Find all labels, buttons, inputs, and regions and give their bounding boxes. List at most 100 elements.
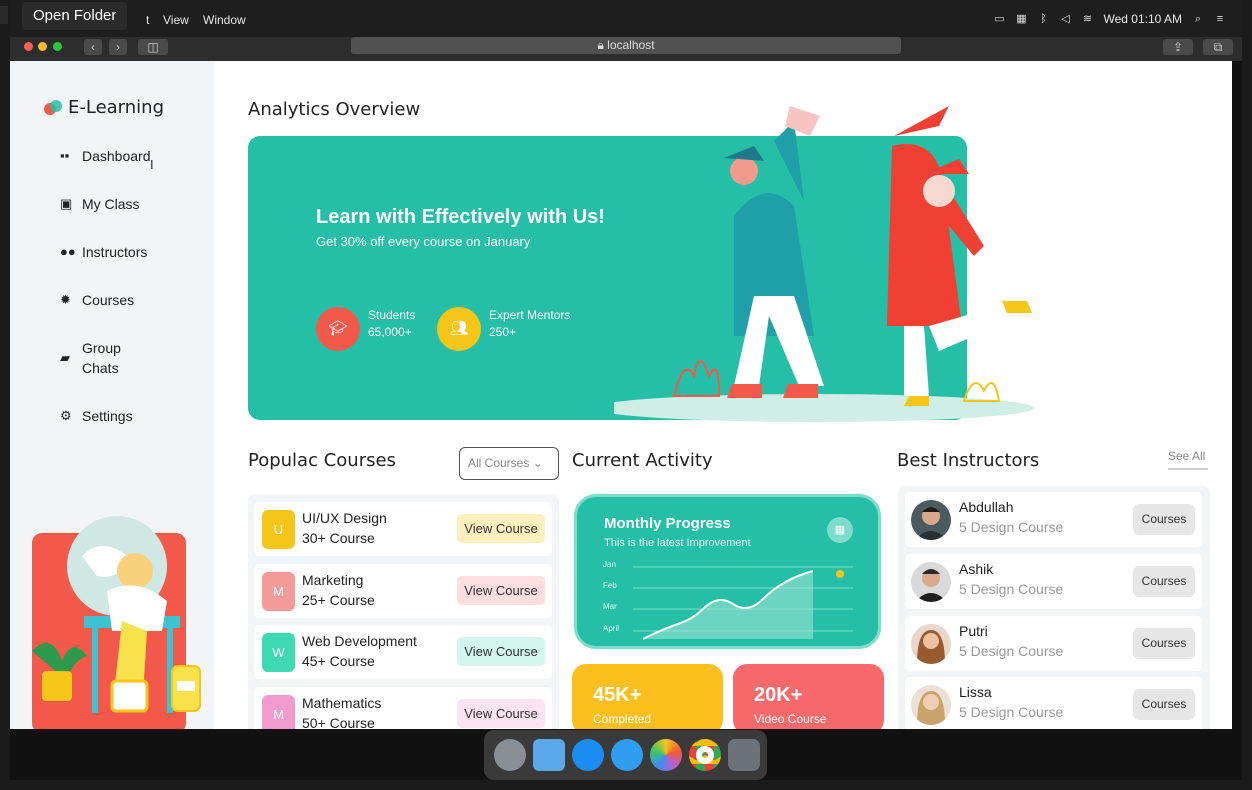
safari-icon[interactable] [611, 739, 643, 771]
url-text: localhost [607, 38, 655, 52]
view-course-button[interactable]: View Course [457, 637, 545, 666]
month-label: April [603, 624, 619, 633]
course-row[interactable]: M Mathematics 50+ Course View Course [254, 687, 552, 729]
sidebar-item-label: Instructors [82, 244, 148, 260]
brand-logo[interactable]: E-Learning [44, 97, 164, 118]
view-course-button[interactable]: View Course [457, 514, 545, 543]
view-course-button[interactable]: View Course [457, 699, 545, 728]
bluetooth-icon[interactable]: ᛒ [1038, 13, 1050, 25]
sidebar-item-settings[interactable]: ⚙ Settings [60, 406, 133, 426]
sidebar-item-courses[interactable]: ✹ Courses [60, 290, 134, 310]
stat-value: 65,000+ [368, 325, 412, 339]
avatar [911, 562, 951, 602]
app-store-icon[interactable] [572, 739, 604, 771]
close-window-button[interactable] [24, 42, 33, 51]
activity-title: Current Activity [572, 450, 713, 471]
system-preferences-icon[interactable] [728, 739, 760, 771]
course-name: Mathematics [302, 695, 382, 711]
logo-icon [44, 99, 62, 116]
video-course-tile: 20K+ Video Course [733, 664, 884, 729]
sidebar-item-dashboard[interactable]: ▪▪ Dashboard [60, 146, 151, 166]
instructors-title: Best Instructors [897, 450, 1040, 471]
courses-button[interactable]: Courses [1133, 628, 1195, 659]
sidebar-toggle-icon[interactable]: ◫ [138, 39, 168, 55]
analytics-title: Analytics Overview [248, 99, 421, 120]
address-bar[interactable]: 🔒︎ localhost [351, 37, 901, 54]
sidebar-item-label: Dashboard [82, 148, 151, 164]
course-row[interactable]: W Web Development 45+ Course View Course [254, 625, 552, 679]
gear-icon: ⚙ [60, 408, 72, 423]
sidebar-item-label: My Class [82, 196, 140, 212]
instructor-sub: 5 Design Course [959, 581, 1064, 597]
bulb-icon: ✹ [60, 292, 71, 307]
share-icon[interactable]: ⇪ [1163, 39, 1193, 55]
month-label: Feb [603, 581, 617, 590]
text-cursor-icon: I [150, 157, 154, 172]
back-button[interactable]: ‹ [84, 39, 102, 55]
menu-window[interactable]: Window [203, 13, 246, 27]
tabs-icon[interactable]: ⧉ [1203, 39, 1233, 55]
sidebar-item-my-class[interactable]: ▣ My Class [60, 194, 140, 214]
instructor-name: Ashik [959, 561, 994, 577]
control-center-icon[interactable]: ≡ [1214, 13, 1226, 25]
finder-icon[interactable] [533, 739, 565, 771]
calendar-icon[interactable]: ▦ [1016, 13, 1028, 25]
instructor-name: Putri [959, 623, 988, 639]
tooltip-edge [0, 6, 8, 24]
card-title: Monthly Progress [604, 515, 731, 532]
course-name: Web Development [302, 633, 417, 649]
course-filter-dropdown[interactable]: All Courses ⌄ [459, 447, 559, 480]
screen-icon[interactable]: ▭ [994, 13, 1006, 25]
course-name: UI/UX Design [302, 510, 387, 526]
sidebar-item-label: Group Chats [82, 340, 121, 376]
photos-icon[interactable] [650, 739, 682, 771]
courses-title: Populac Courses [248, 450, 396, 471]
launchpad-icon[interactable] [494, 739, 526, 771]
search-icon[interactable]: ⌕ [1192, 13, 1204, 25]
courses-button[interactable]: Courses [1133, 689, 1195, 720]
instructor-row[interactable]: Lissa 5 Design Course Courses [905, 677, 1202, 729]
graduation-cap-icon: 🎓︎ [316, 307, 360, 351]
dock [484, 730, 767, 780]
courses-button[interactable]: Courses [1133, 504, 1195, 535]
clock[interactable]: Wed 01:10 AM [1104, 12, 1183, 26]
menu-view[interactable]: View [163, 13, 189, 27]
course-badge: U [262, 510, 295, 549]
course-name: Marketing [302, 572, 364, 588]
view-course-button[interactable]: View Course [457, 576, 545, 605]
course-row[interactable]: U UI/UX Design 30+ Course View Course [254, 502, 552, 556]
sidebar-item-group-chats[interactable]: ▰ Group Chats [60, 338, 121, 378]
tile-number: 20K+ [754, 684, 803, 706]
see-all-link[interactable]: See All [1168, 449, 1208, 470]
avatar [911, 624, 951, 664]
wifi-icon[interactable]: ≋ [1082, 13, 1094, 25]
instructor-row[interactable]: Ashik 5 Design Course Courses [905, 554, 1202, 609]
maximize-window-button[interactable] [53, 42, 62, 51]
desktop-screen: Open Folder t View Window ▭ ▦ ᛒ ◁ ≋ Wed … [0, 0, 1242, 780]
status-area: ▭ ▦ ᛒ ◁ ≋ Wed 01:10 AM ⌕ ≡ [994, 12, 1227, 26]
course-row[interactable]: M Marketing 25+ Course View Course [254, 564, 552, 618]
course-count: 45+ Course [302, 653, 375, 669]
forward-button[interactable]: › [109, 39, 127, 55]
hero-title: Learn with Effectively with Us! [316, 206, 605, 228]
minimize-window-button[interactable] [38, 42, 47, 51]
menu-partial[interactable]: t [146, 13, 149, 27]
volume-icon[interactable]: ◁ [1060, 13, 1072, 25]
card-subtitle: This is the latest Improvement [604, 537, 751, 549]
sidebar-item-instructors[interactable]: ●● Instructors [60, 242, 147, 262]
month-label: Mar [603, 602, 617, 611]
course-count: 30+ Course [302, 530, 375, 546]
instructor-row[interactable]: Abdullah 5 Design Course Courses [905, 492, 1202, 547]
calendar-icon[interactable]: ▦ [827, 517, 853, 543]
chevron-down-icon: ⌄ [532, 456, 543, 470]
grid-icon: ▪▪ [60, 148, 70, 163]
stat-label: Expert Mentors [489, 308, 571, 322]
courses-button[interactable]: Courses [1133, 566, 1195, 597]
chrome-icon[interactable] [689, 739, 721, 771]
instructor-name: Lissa [959, 684, 992, 700]
book-icon: ▣ [60, 196, 73, 211]
chat-icon: ▰ [60, 350, 70, 365]
instructor-row[interactable]: Putri 5 Design Course Courses [905, 616, 1202, 671]
instructor-sub: 5 Design Course [959, 519, 1064, 535]
course-badge: M [262, 572, 295, 611]
